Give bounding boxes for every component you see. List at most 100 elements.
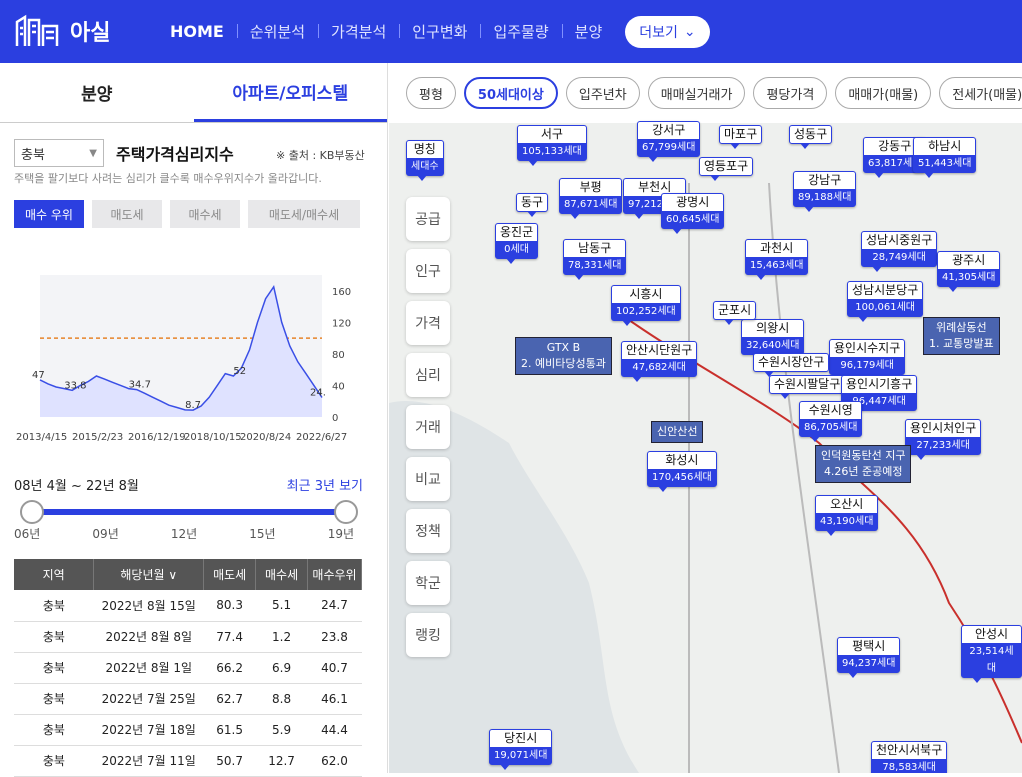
region-pin[interactable]: 수원시팔달구 <box>769 375 846 399</box>
table-cell: 충북 <box>14 621 94 653</box>
x-tick-label: 2018/10/15 <box>184 432 242 443</box>
more-button[interactable]: 더보기 ⌄ <box>625 15 710 48</box>
region-pin[interactable]: 수원시영 86,705세대 <box>799 401 863 442</box>
filter-chip[interactable]: 매매가(매물) <box>835 77 932 109</box>
region-pin[interactable]: 서구 105,133세대 <box>517 125 587 166</box>
nav-population[interactable]: 인구변화 <box>399 21 480 42</box>
region-pin[interactable]: 시흥시 102,252세대 <box>611 285 681 326</box>
slider-handle-start[interactable] <box>20 500 44 524</box>
filter-chip[interactable]: 50세대이상 <box>463 77 558 109</box>
table-cell: 5.9 <box>255 714 308 746</box>
region-pin[interactable]: 평택시 94,237세대 <box>837 637 901 678</box>
side-menu-button[interactable]: 가격 <box>406 301 450 345</box>
pin-name: 서구 <box>540 127 563 141</box>
region-pin[interactable]: 의왕시 32,640세대 <box>741 319 805 360</box>
region-pin[interactable]: 성남시중원구 28,749세대 <box>861 231 938 272</box>
region-pin[interactable]: 수원시장안구 <box>753 353 830 377</box>
x-tick-label: 2015/2/23 <box>72 432 123 443</box>
tab-presale[interactable]: 분양 <box>0 63 194 122</box>
table-cell: 5.1 <box>255 590 308 622</box>
table-cell: 2022년 8월 15일 <box>93 590 204 622</box>
legend-title: 명칭 <box>413 142 436 156</box>
region-pin[interactable]: 광명시 60,645세대 <box>661 193 725 234</box>
region-pin[interactable]: 강남구 89,188세대 <box>793 171 857 212</box>
table-cell: 40.7 <box>307 652 362 684</box>
slider-handle-end[interactable] <box>334 500 358 524</box>
region-pin[interactable]: 부평 87,671세대 <box>559 178 623 219</box>
chevron-down-icon: ⌄ <box>683 23 696 40</box>
table-cell: 12.7 <box>255 745 308 777</box>
region-pin[interactable]: 화성시 170,456세대 <box>647 451 717 492</box>
transit-label[interactable]: 인덕원동탄선 지구 4.26년 준공예정 <box>815 445 912 483</box>
region-pin[interactable]: 과천시 15,463세대 <box>745 239 809 280</box>
pin-name: 수원시영 <box>808 403 853 417</box>
region-pin[interactable]: 옹진군 0세대 <box>495 223 539 264</box>
side-menu-button[interactable]: 학군 <box>406 561 450 605</box>
side-menu-button[interactable]: 거래 <box>406 405 450 449</box>
region-pin[interactable]: 천안시서북구 78,583세대 <box>871 741 948 773</box>
filter-chip[interactable]: 입주년차 <box>565 77 640 109</box>
nav-presale[interactable]: 분양 <box>561 21 616 42</box>
pin-name: 부평 <box>579 180 602 194</box>
side-menu-button[interactable]: 비교 <box>406 457 450 501</box>
region-pin[interactable]: 군포시 <box>713 301 757 325</box>
region-pin[interactable]: 동구 <box>516 193 549 217</box>
table-cell: 77.4 <box>203 621 256 653</box>
region-pin[interactable]: 용인시수지구 96,179세대 <box>829 339 906 380</box>
pin-name: 성동구 <box>794 127 828 141</box>
filter-chip[interactable]: 전세가(매물) <box>939 77 1022 109</box>
nav-ranking[interactable]: 순위분석 <box>236 21 318 42</box>
region-pin[interactable]: 성동구 <box>789 125 833 149</box>
filter-buttons: 매수 우위 매도세 매수세 매도세/매수세 <box>14 200 360 228</box>
pin-name: 강서구 <box>652 123 686 137</box>
table-cell: 8.8 <box>255 683 308 715</box>
region-select[interactable]: 충북 ▼ <box>14 139 104 167</box>
region-pin[interactable]: 하남시 51,443세대 <box>913 137 977 178</box>
region-pin[interactable]: 용인시처인구 27,233세대 <box>905 419 982 460</box>
region-pin[interactable]: 남동구 78,331세대 <box>563 239 627 280</box>
recent-3-years-link[interactable]: 최근 3년 보기 <box>287 475 363 494</box>
sentiment-line-chart: 0 40 80 120 160 47 33.8 34.7 8.7 52 24. 2013/4/15 20… <box>16 275 351 443</box>
period-slider-track[interactable] <box>30 509 348 515</box>
region-pin[interactable]: 영등포구 <box>699 157 754 181</box>
region-pin[interactable]: 마포구 <box>719 125 763 149</box>
transit-label[interactable]: 위례삼동선 1. 교통망발표 <box>923 317 1000 355</box>
logo[interactable]: 아실 <box>14 14 110 48</box>
nav-price[interactable]: 가격분석 <box>318 21 399 42</box>
nav-home[interactable]: HOME <box>170 22 237 41</box>
transit-label[interactable]: 신안산선 <box>651 421 704 443</box>
filter-chip[interactable]: 평형 <box>406 77 456 109</box>
transit-label[interactable]: GTX B 2. 예비타당성통과 <box>515 337 612 375</box>
side-menu-button[interactable]: 랭킹 <box>406 613 450 657</box>
nav-supply[interactable]: 입주물량 <box>480 21 561 42</box>
filter-chip[interactable]: 평당가격 <box>753 77 828 109</box>
tab-apartment-officetel[interactable]: 아파트/오피스텔 <box>193 63 387 122</box>
side-menu-button[interactable]: 인구 <box>406 249 450 293</box>
pin-name: 동구 <box>521 195 544 209</box>
region-pin[interactable]: 강서구 67,799세대 <box>637 121 701 162</box>
table-cell: 충북 <box>14 652 94 684</box>
region-pin[interactable]: 광주시 41,305세대 <box>937 251 1001 292</box>
pin-name: 용인시처인구 <box>910 421 977 435</box>
region-pin[interactable]: 안성시 23,514세대 <box>961 625 1022 683</box>
pin-count: 60,645세대 <box>662 211 724 228</box>
filter-chip[interactable]: 매매실거래가 <box>647 77 746 109</box>
side-menu-button[interactable]: 정책 <box>406 509 450 553</box>
y-tick-label: 120 <box>332 318 351 329</box>
side-menu-button[interactable]: 심리 <box>406 353 450 397</box>
table-cell: 50.7 <box>203 745 256 777</box>
filter-buy[interactable]: 매수세 <box>170 200 240 228</box>
col-buy: 매수세 <box>255 559 309 590</box>
pin-count: 78,331세대 <box>564 257 626 274</box>
side-menu-button[interactable]: 공급 <box>406 197 450 241</box>
region-pin[interactable]: 오산시 43,190세대 <box>815 495 879 536</box>
map-area[interactable]: 평형 50세대이상 입주년차 매매실거래가 평당가격 매매가(매물) 전세가(매물) 공급인… <box>389 63 1022 773</box>
region-pin[interactable]: 안산시단원구 47,682세대 <box>621 341 698 382</box>
region-pin[interactable]: 당진시 19,071세대 <box>489 729 553 770</box>
filter-buy-dominance[interactable]: 매수 우위 <box>14 200 84 228</box>
filter-sell-buy[interactable]: 매도세/매수세 <box>248 200 360 228</box>
col-date[interactable]: 해당년월 ∨ <box>93 559 205 590</box>
region-pin[interactable]: 성남시분당구 100,061세대 <box>847 281 924 322</box>
filter-sell[interactable]: 매도세 <box>92 200 162 228</box>
table-cell: 66.2 <box>203 652 256 684</box>
